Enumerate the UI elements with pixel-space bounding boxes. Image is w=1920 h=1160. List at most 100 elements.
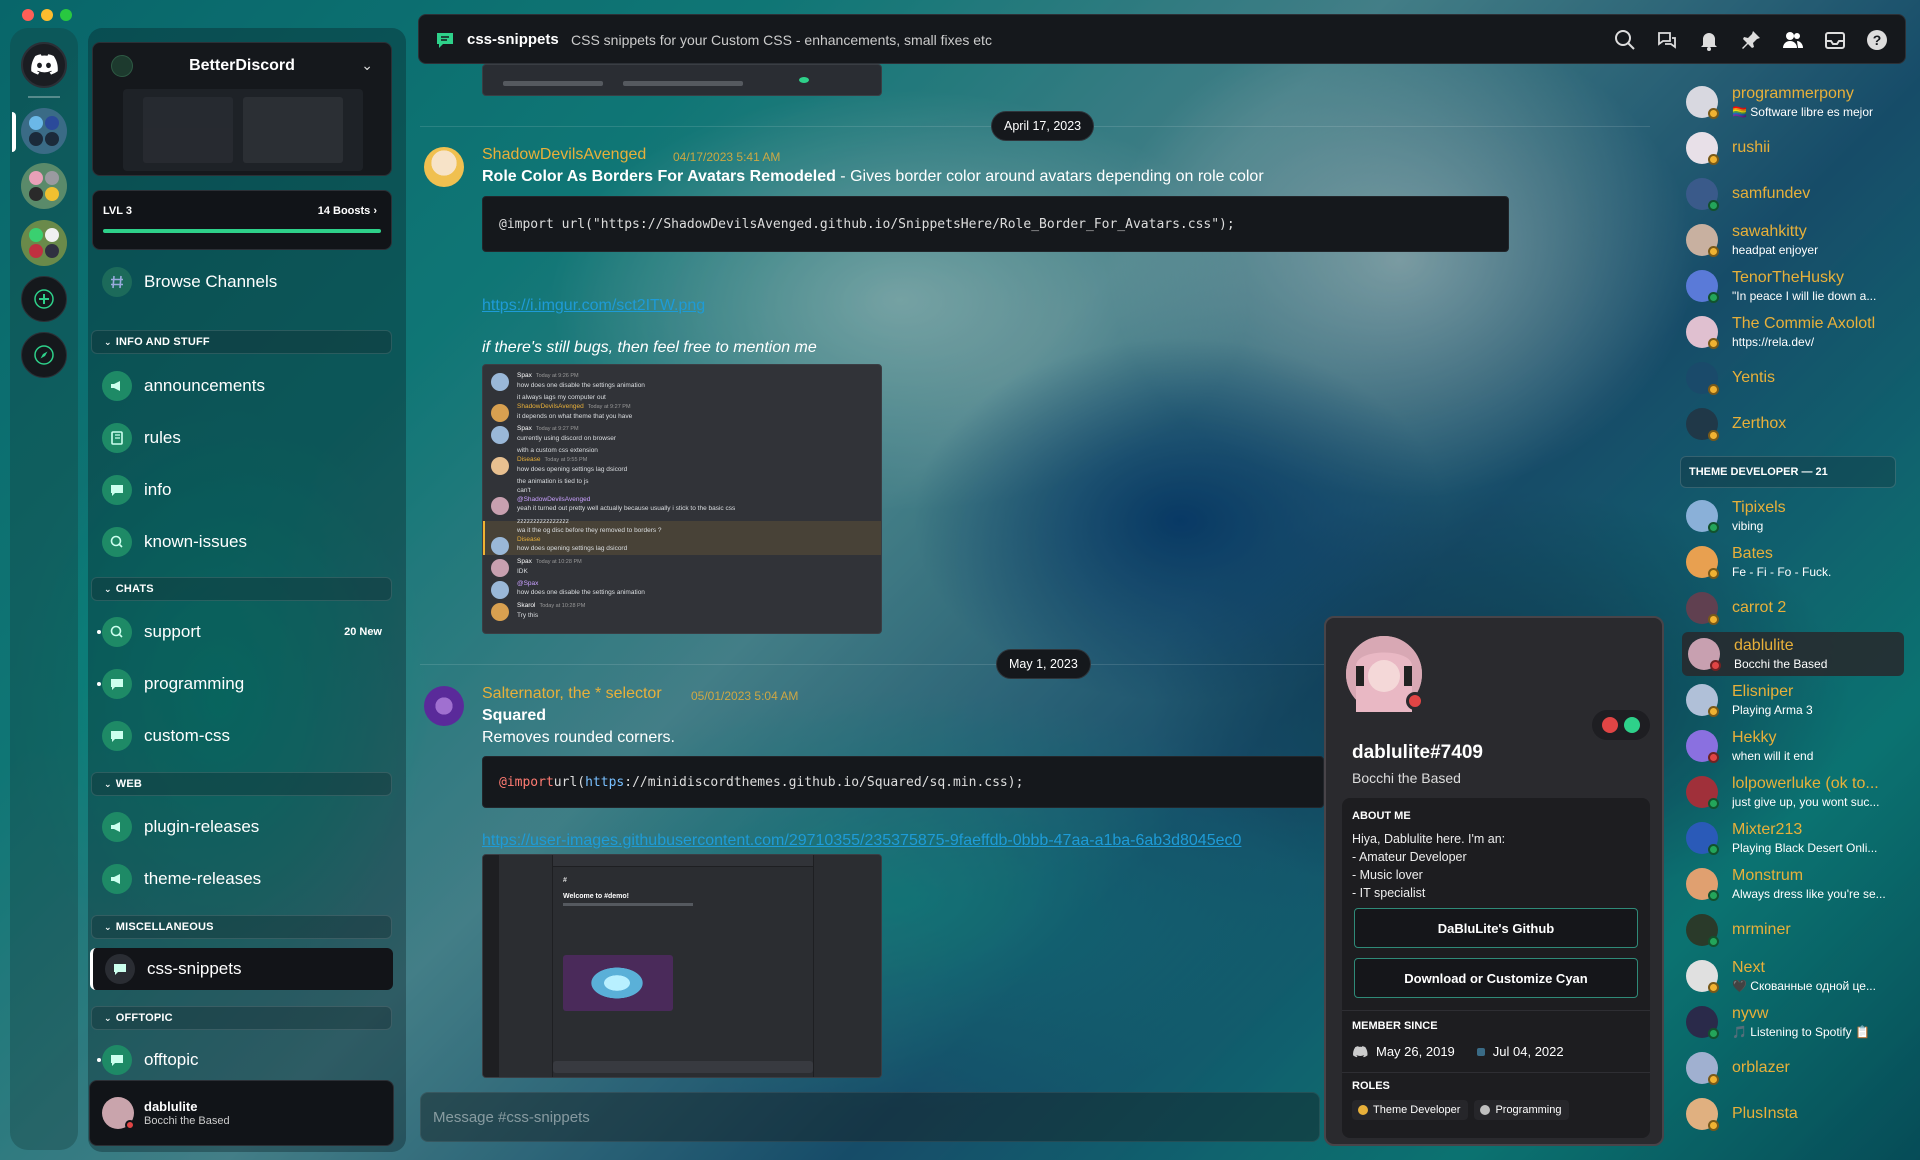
channel-support[interactable]: support 20 New bbox=[97, 612, 392, 652]
member-item[interactable]: dablulite Bocchi the Based bbox=[1682, 632, 1904, 676]
member-item[interactable]: rushii bbox=[1680, 126, 1904, 170]
status-icon bbox=[1708, 200, 1719, 211]
channel-css-snippets[interactable]: css-snippets bbox=[90, 948, 393, 990]
message-image-attachment[interactable]: # Welcome to #demo! bbox=[482, 854, 882, 1078]
embed-chat-line: @ShadowDevilsAvenged yeah it turned out p… bbox=[517, 495, 735, 513]
message-composer[interactable]: Message #css-snippets bbox=[420, 1092, 1320, 1142]
channel-label: known-issues bbox=[144, 532, 247, 551]
forum-icon bbox=[102, 617, 132, 647]
member-item[interactable]: Zerthox bbox=[1680, 402, 1904, 446]
member-item[interactable]: Bates Fe - Fi - Fo - Fuck. bbox=[1680, 540, 1904, 584]
member-item[interactable]: programmerpony 🏳️‍🌈 Software libre es mej… bbox=[1680, 80, 1904, 124]
channel-known-issues[interactable]: known-issues bbox=[102, 522, 392, 562]
member-item[interactable]: lolpowerluke (ok to... just give up, you … bbox=[1680, 770, 1904, 814]
minimize-window-button[interactable] bbox=[41, 9, 53, 21]
server-folder-2[interactable] bbox=[21, 163, 67, 209]
download-cyan-button[interactable]: Download or Customize Cyan bbox=[1354, 958, 1638, 998]
server-folder-1[interactable] bbox=[21, 108, 67, 154]
explore-servers-button[interactable] bbox=[21, 332, 67, 378]
guild-header[interactable]: BetterDiscord ⌄ bbox=[92, 42, 392, 176]
category-web[interactable]: ⌄ WEB bbox=[91, 772, 392, 796]
message-author[interactable]: Salternator, the * selector bbox=[482, 685, 662, 703]
channel-custom-css[interactable]: custom-css bbox=[102, 716, 392, 756]
member-activity: vibing bbox=[1732, 519, 1764, 533]
category-miscellaneous[interactable]: ⌄ MISCELLANEOUS bbox=[91, 915, 392, 939]
channel-rules[interactable]: rules bbox=[102, 418, 392, 458]
rail-separator bbox=[28, 96, 60, 98]
unread-indicator bbox=[97, 630, 101, 634]
bell-icon[interactable] bbox=[1695, 28, 1723, 52]
member-item[interactable]: The Commie Axolotl https://rela.dev/ bbox=[1680, 310, 1904, 354]
status-icon bbox=[1708, 890, 1719, 901]
channel-topic[interactable]: CSS snippets for your Custom CSS - enhan… bbox=[571, 32, 992, 48]
member-activity: Always dress like you're se... bbox=[1732, 887, 1886, 901]
user-panel[interactable]: dablulite Bocchi the Based bbox=[89, 1080, 394, 1146]
maximize-window-button[interactable] bbox=[60, 9, 72, 21]
channel-plugin-releases[interactable]: plugin-releases bbox=[102, 807, 392, 847]
member-name: Next bbox=[1732, 959, 1765, 976]
message-italic-text: if there's still bugs, then feel free to… bbox=[482, 339, 817, 356]
member-item[interactable]: samfundev bbox=[1680, 172, 1904, 216]
message-image-attachment[interactable]: Spax Today at 9:26 PM how does one disable… bbox=[482, 364, 882, 634]
member-item[interactable]: carrot 2 bbox=[1680, 586, 1904, 630]
browse-channels-label: Browse Channels bbox=[144, 272, 278, 291]
badge-icon[interactable] bbox=[1624, 717, 1640, 733]
avatar[interactable] bbox=[424, 686, 464, 726]
members-icon[interactable] bbox=[1779, 28, 1807, 52]
github-button[interactable]: DaBluLite's Github bbox=[1354, 908, 1638, 948]
close-window-button[interactable] bbox=[22, 9, 34, 21]
discord-home-button[interactable] bbox=[21, 42, 67, 88]
member-item[interactable]: Yentis bbox=[1680, 356, 1904, 400]
boost-progress[interactable]: LVL 3 14 Boosts › bbox=[92, 190, 392, 250]
category-chats[interactable]: ⌄ CHATS bbox=[91, 577, 392, 601]
code-block[interactable]: @import url("https://ShadowDevilsAvenged… bbox=[482, 196, 1509, 252]
role-pill[interactable]: Theme Developer bbox=[1352, 1100, 1469, 1120]
help-icon[interactable]: ? bbox=[1863, 28, 1891, 52]
embed-chat-line: can't bbox=[517, 486, 531, 495]
avatar[interactable] bbox=[424, 147, 464, 187]
member-item[interactable]: Next 🖤 Скованные одной це... bbox=[1680, 954, 1904, 998]
channel-offtopic[interactable]: offtopic bbox=[97, 1040, 392, 1080]
channel-programming[interactable]: programming bbox=[97, 664, 392, 704]
inbox-icon[interactable] bbox=[1821, 28, 1849, 52]
member-item[interactable]: PlusInsta bbox=[1680, 1092, 1904, 1136]
channel-info[interactable]: info bbox=[102, 470, 392, 510]
message-author[interactable]: ShadowDevilsAvenged bbox=[482, 146, 646, 164]
category-label: WEB bbox=[115, 778, 143, 790]
member-name: TenorTheHusky bbox=[1732, 269, 1845, 286]
member-item[interactable]: Elisniper Playing Arma 3 bbox=[1680, 678, 1904, 722]
member-item[interactable]: Monstrum Always dress like you're se... bbox=[1680, 862, 1904, 906]
channel-theme-releases[interactable]: theme-releases bbox=[102, 859, 392, 899]
message-image-attachment[interactable] bbox=[482, 64, 882, 96]
code-block[interactable]: @import url(https://minidiscordthemes.gi… bbox=[482, 756, 1324, 808]
member-item[interactable]: Mixter213 Playing Black Desert Onli... bbox=[1680, 816, 1904, 860]
channel-announcements[interactable]: announcements bbox=[102, 366, 392, 406]
message-link[interactable]: https://user-images.githubusercontent.co… bbox=[482, 832, 1324, 850]
server-folder-3[interactable] bbox=[21, 220, 67, 266]
category-label: INFO AND STUFF bbox=[115, 336, 210, 348]
channel-label: plugin-releases bbox=[144, 817, 260, 836]
member-item[interactable]: nyvw 🎵 Listening to Spotify 📋 bbox=[1680, 1000, 1904, 1044]
threads-icon[interactable] bbox=[1653, 28, 1681, 52]
pin-icon[interactable] bbox=[1737, 28, 1765, 52]
member-item[interactable]: Hekky when will it end bbox=[1680, 724, 1904, 768]
member-name: Bates bbox=[1732, 545, 1773, 562]
embed-heading: Welcome to #demo! bbox=[563, 893, 629, 900]
role-pill[interactable]: Programming bbox=[1474, 1100, 1570, 1120]
member-item[interactable]: TenorTheHusky "In peace I will lie down a… bbox=[1680, 264, 1904, 308]
badge-icon[interactable] bbox=[1602, 717, 1618, 733]
member-item[interactable]: mrminer bbox=[1680, 908, 1904, 952]
member-item[interactable]: sawahkitty headpat enjoyer bbox=[1680, 218, 1904, 262]
member-item[interactable]: orblazer bbox=[1680, 1046, 1904, 1090]
browse-channels-item[interactable]: Browse Channels bbox=[102, 262, 392, 302]
search-icon[interactable] bbox=[1611, 28, 1639, 52]
member-item[interactable]: Tipixels vibing bbox=[1680, 494, 1904, 538]
category-offtopic[interactable]: ⌄ OFFTOPIC bbox=[91, 1006, 392, 1030]
date-divider: May 1, 2023 bbox=[996, 649, 1091, 679]
status-icon bbox=[1708, 522, 1719, 533]
message-link[interactable]: https://i.imgur.com/sct2ITW.png bbox=[482, 297, 705, 315]
add-server-button[interactable] bbox=[21, 276, 67, 322]
about-line: Hiya, Dablulite here. I'm an: bbox=[1352, 832, 1506, 846]
category-info-and-stuff[interactable]: ⌄ INFO AND STUFF bbox=[91, 330, 392, 354]
role-color-dot bbox=[1358, 1105, 1368, 1115]
